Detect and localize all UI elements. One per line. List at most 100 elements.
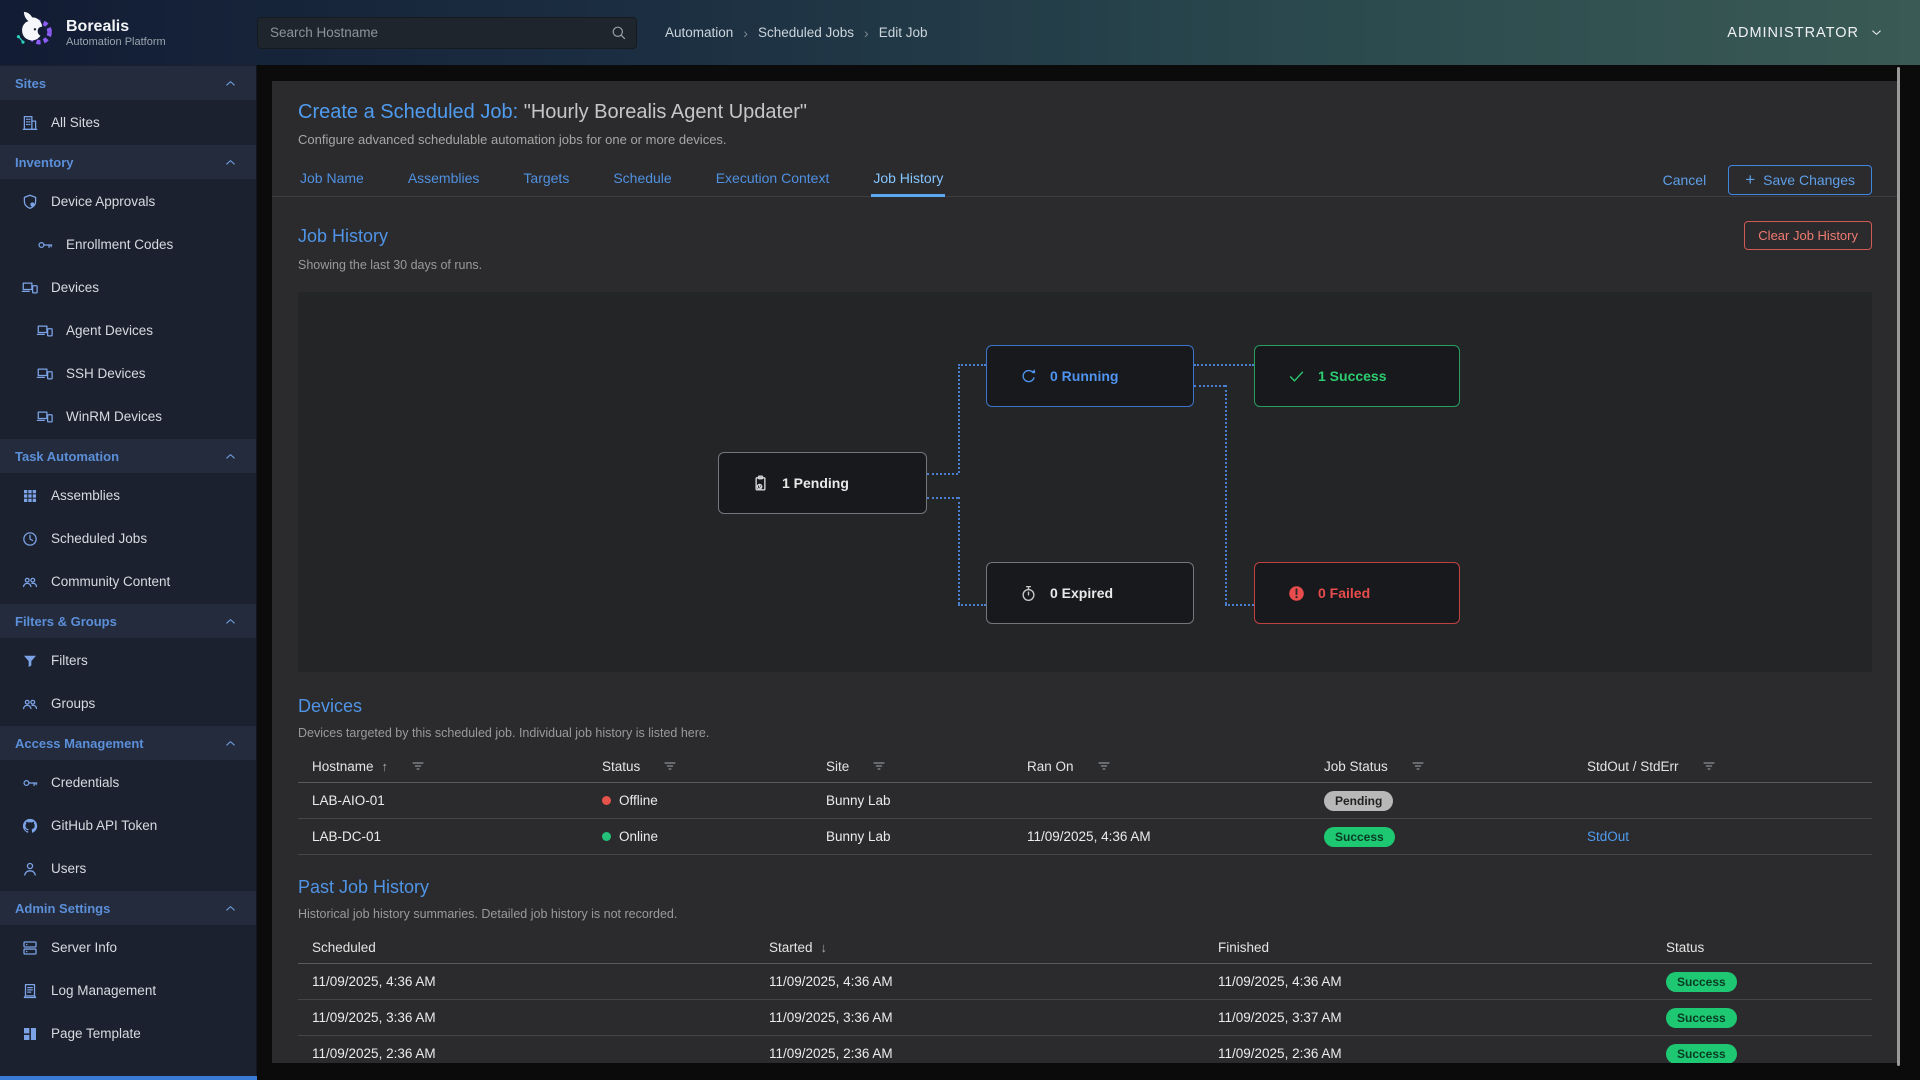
tab-assemblies[interactable]: Assemblies	[406, 163, 482, 197]
job-history-subheading: Showing the last 30 days of runs.	[298, 258, 1872, 272]
tab-schedule[interactable]: Schedule	[611, 163, 673, 197]
save-changes-button[interactable]: + Save Changes	[1728, 165, 1872, 195]
finished-cell: 11/09/2025, 2:36 AM	[1204, 1046, 1652, 1061]
column-header-job-status[interactable]: Job Status	[1310, 758, 1573, 774]
sidebar-item-agent-devices[interactable]: Agent Devices	[0, 309, 256, 352]
flow-connector	[958, 497, 960, 604]
column-header-finished[interactable]: Finished	[1204, 940, 1652, 955]
column-header-scheduled[interactable]: Scheduled	[298, 940, 755, 955]
clipboard-clock-icon	[751, 474, 770, 493]
flow-connector	[958, 604, 986, 606]
clock-icon	[21, 530, 39, 548]
column-header-label: Job Status	[1324, 759, 1388, 774]
borealis-rabbit-logo-icon	[12, 11, 56, 55]
column-header-ran-on[interactable]: Ran On	[1013, 758, 1310, 774]
sidebar-section-inventory[interactable]: Inventory	[0, 144, 256, 180]
column-header-label: StdOut / StdErr	[1587, 759, 1679, 774]
column-filter-icon[interactable]	[1096, 758, 1112, 774]
column-filter-icon[interactable]	[871, 758, 887, 774]
stdout-link[interactable]: StdOut	[1587, 829, 1629, 844]
finished-cell: 11/09/2025, 3:37 AM	[1204, 1010, 1652, 1025]
server-icon	[21, 939, 39, 957]
sidebar-section-sites[interactable]: Sites	[0, 65, 256, 101]
status-badge: Success	[1666, 972, 1737, 992]
sidebar-item-label: Enrollment Codes	[66, 237, 173, 252]
sidebar-item-credentials[interactable]: Credentials	[0, 761, 256, 804]
scheduled-cell: 11/09/2025, 2:36 AM	[298, 1046, 755, 1061]
tab-job-history[interactable]: Job History	[871, 163, 945, 197]
sidebar-item-log-management[interactable]: Log Management	[0, 969, 256, 1012]
devices-subheading: Devices targeted by this scheduled job. …	[298, 726, 1872, 740]
column-filter-icon[interactable]	[410, 758, 426, 774]
column-filter-icon[interactable]	[1410, 758, 1426, 774]
status-cell: Success	[1652, 1044, 1872, 1064]
user-menu[interactable]: ADMINISTRATOR	[1727, 25, 1884, 41]
sidebar-section-label: Admin Settings	[15, 901, 110, 916]
breadcrumb-scheduled-jobs[interactable]: Scheduled Jobs	[758, 25, 854, 40]
sidebar-item-page-template[interactable]: Page Template	[0, 1012, 256, 1055]
sidebar-item-github-api-token[interactable]: GitHub API Token	[0, 804, 256, 847]
status-label: Offline	[619, 793, 658, 808]
sidebar-item-label: Agent Devices	[66, 323, 153, 338]
column-header-label: Hostname	[312, 759, 374, 774]
sidebar-item-label: GitHub API Token	[51, 818, 157, 833]
sidebar-section-admin-settings[interactable]: Admin Settings	[0, 890, 256, 926]
column-header-status[interactable]: Status	[1652, 940, 1872, 955]
sidebar-section-filters-groups[interactable]: Filters & Groups	[0, 603, 256, 639]
online-status-dot	[602, 832, 611, 841]
sidebar-item-devices[interactable]: Devices	[0, 266, 256, 309]
search-input[interactable]	[257, 17, 637, 49]
sidebar-section-access-management[interactable]: Access Management	[0, 725, 256, 761]
tab-targets[interactable]: Targets	[521, 163, 571, 197]
column-header-site[interactable]: Site	[812, 758, 1013, 774]
breadcrumb-edit-job[interactable]: Edit Job	[879, 25, 928, 40]
sidebar-item-filters[interactable]: Filters	[0, 639, 256, 682]
chevron-up-icon	[223, 901, 238, 916]
ran-on-cell: 11/09/2025, 4:36 AM	[1013, 829, 1310, 844]
sidebar-item-device-approvals[interactable]: Device Approvals	[0, 180, 256, 223]
scrollbar[interactable]	[1897, 67, 1901, 1066]
cancel-button[interactable]: Cancel	[1663, 172, 1707, 188]
chevron-up-icon	[223, 614, 238, 629]
column-filter-icon[interactable]	[1701, 758, 1717, 774]
past-history-row: 11/09/2025, 3:36 AM11/09/2025, 3:36 AM11…	[298, 1000, 1872, 1036]
devices-table: Hostname↑StatusSiteRan On Job Status StdOu…	[298, 750, 1872, 855]
tab-job-name[interactable]: Job Name	[298, 163, 366, 197]
column-header-stdout-stderr[interactable]: StdOut / StdErr	[1573, 758, 1872, 774]
sidebar-item-enrollment-codes[interactable]: Enrollment Codes	[0, 223, 256, 266]
past-job-history-table: Scheduled Started↓FinishedStatus 11/09/202…	[298, 931, 1872, 1063]
started-cell: 11/09/2025, 3:36 AM	[755, 1010, 1204, 1025]
job-status-badge: Pending	[1324, 791, 1393, 811]
sidebar-item-all-sites[interactable]: All Sites	[0, 101, 256, 144]
top-bar: Borealis Automation Platform Automation …	[0, 0, 1920, 65]
job-status-badge: Success	[1324, 827, 1395, 847]
column-header-status[interactable]: Status	[588, 758, 812, 774]
chevron-up-icon	[223, 736, 238, 751]
devices-icon	[36, 365, 54, 383]
sidebar-item-scheduled-jobs[interactable]: Scheduled Jobs	[0, 517, 256, 560]
job-status-cell: Success	[1310, 827, 1573, 847]
key-icon	[36, 236, 54, 254]
sidebar-item-community-content[interactable]: Community Content	[0, 560, 256, 603]
sidebar-section-task-automation[interactable]: Task Automation	[0, 438, 256, 474]
scheduled-cell: 11/09/2025, 3:36 AM	[298, 1010, 755, 1025]
column-header-started[interactable]: Started↓	[755, 940, 1204, 955]
sidebar-section-label: Inventory	[15, 155, 74, 170]
column-header-label: Scheduled	[312, 940, 376, 955]
sidebar-item-server-info[interactable]: Server Info	[0, 926, 256, 969]
edit-job-card: Create a Scheduled Job: "Hourly Borealis…	[272, 81, 1898, 1063]
column-header-hostname[interactable]: Hostname↑	[298, 758, 588, 774]
breadcrumb-automation[interactable]: Automation	[665, 25, 733, 40]
tab-execution-context[interactable]: Execution Context	[714, 163, 832, 197]
sidebar-item-winrm-devices[interactable]: WinRM Devices	[0, 395, 256, 438]
column-filter-icon[interactable]	[662, 758, 678, 774]
sidebar-item-assemblies[interactable]: Assemblies	[0, 474, 256, 517]
scrollbar-thumb[interactable]	[1897, 67, 1900, 1066]
save-changes-label: Save Changes	[1763, 172, 1855, 188]
sidebar-item-users[interactable]: Users	[0, 847, 256, 890]
log-icon	[21, 982, 39, 1000]
clear-job-history-button[interactable]: Clear Job History	[1744, 221, 1872, 250]
sidebar-item-ssh-devices[interactable]: SSH Devices	[0, 352, 256, 395]
hostname-cell: LAB-AIO-01	[298, 793, 588, 808]
sidebar-item-groups[interactable]: Groups	[0, 682, 256, 725]
